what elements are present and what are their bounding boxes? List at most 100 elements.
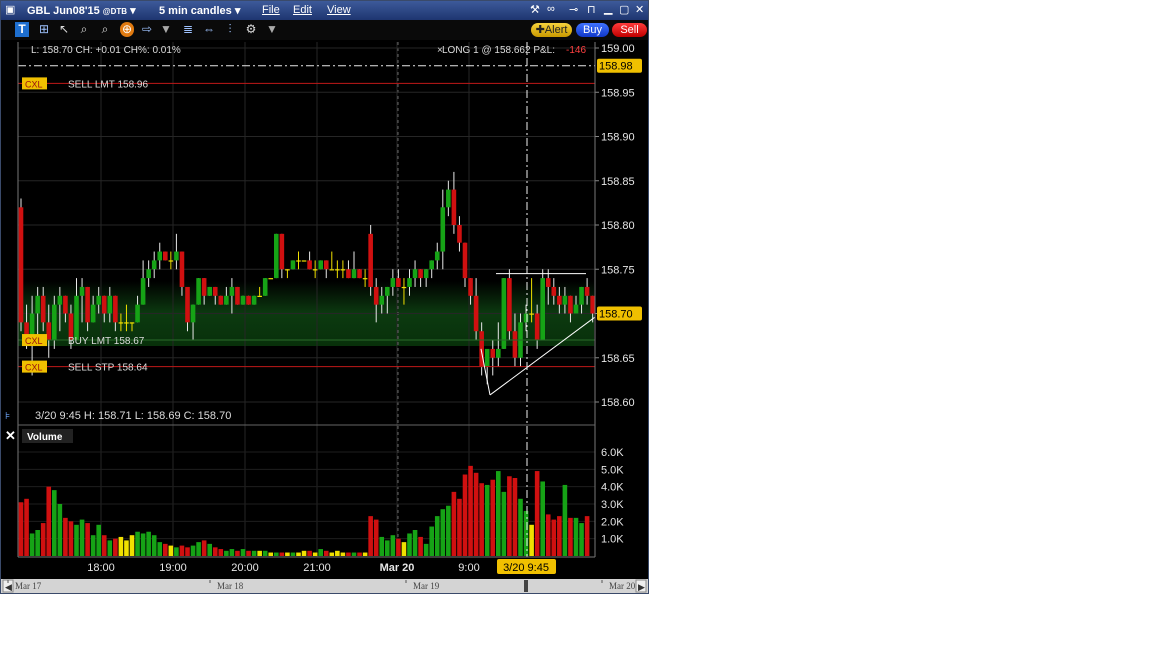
candle: [584, 286, 590, 296]
alert-button[interactable]: ✚Alert: [531, 23, 572, 37]
close-icon[interactable]: ✕: [635, 3, 644, 16]
wrench-icon[interactable]: ⚒: [530, 3, 540, 16]
candle: [40, 295, 46, 323]
last-info: L: 158.70 CH: +0.01 CH%: 0.01%: [31, 45, 181, 56]
volume-bar: [385, 540, 390, 556]
layout-icon[interactable]: ⊞: [37, 22, 51, 37]
candle: [390, 278, 396, 287]
candle: [118, 322, 124, 324]
cursor-icon[interactable]: ↖: [57, 22, 71, 37]
maximize-icon[interactable]: ▢: [619, 3, 629, 16]
volume-bar: [240, 549, 246, 556]
candle: [346, 269, 351, 279]
navigator[interactable]: [1, 579, 648, 593]
candle: [496, 348, 501, 358]
volume-tick-label: 1.0K: [601, 534, 624, 546]
symbol-selector[interactable]: GBL Jun08'15 @DTB ▾: [27, 4, 136, 17]
candle: [484, 348, 490, 367]
interval-label: 5 min candles: [159, 5, 232, 17]
candle: [440, 207, 446, 252]
volume-bar: [362, 552, 368, 556]
volume-bar: [557, 516, 562, 556]
candle: [418, 269, 423, 279]
volume-bar: [46, 486, 52, 556]
volume-bar: [312, 552, 318, 556]
candle: [318, 260, 323, 270]
candle: [340, 269, 346, 271]
settings-icon[interactable]: ⚙: [244, 22, 258, 37]
zoom-out-icon[interactable]: ⌕: [98, 22, 112, 37]
volume-bar: [174, 547, 179, 556]
zoom-in-icon[interactable]: ⌕: [77, 22, 91, 37]
candle: [129, 322, 135, 324]
volume-bar: [85, 523, 90, 556]
link-icon[interactable]: ∞: [547, 3, 555, 15]
navigator-thumb[interactable]: [524, 580, 528, 592]
arrow-tool-icon[interactable]: ⇨: [140, 22, 154, 37]
navigator-date-label: Mar 18: [217, 581, 244, 591]
volume-bar: [329, 552, 335, 556]
volume-bar: [446, 505, 451, 556]
crosshair-icon[interactable]: ⊕: [120, 22, 134, 37]
candle: [423, 269, 429, 279]
candle: [312, 269, 318, 271]
bar-type-icon[interactable]: ⫶: [223, 22, 237, 37]
volume-bar: [429, 526, 434, 556]
candle: [540, 278, 545, 341]
volume-bar: [473, 472, 479, 556]
order-label: SELL LMT 158.96: [68, 79, 148, 90]
chevron-down-icon[interactable]: ▼: [159, 22, 173, 37]
candle: [18, 207, 24, 323]
volume-bar: [407, 533, 412, 556]
chevron-down-icon[interactable]: ▼: [265, 22, 279, 37]
candle: [462, 242, 468, 279]
candle: [568, 295, 573, 314]
candle: [96, 295, 101, 305]
chart-area[interactable]: 18:00 19:00 20:00 21:00 Mar 20 9:00 159.00 158.…: [1, 40, 648, 595]
volume-bar: [262, 550, 268, 556]
split-icon[interactable]: ⇔: [202, 22, 216, 37]
chevron-down-icon: ▾: [234, 5, 241, 17]
candle: [179, 251, 185, 287]
volume-bar: [390, 535, 396, 556]
menu-file[interactable]: File: [262, 4, 280, 16]
interval-selector[interactable]: 5 min candles ▾: [159, 4, 240, 17]
candle: [196, 278, 201, 305]
menu-view[interactable]: View: [327, 4, 351, 16]
pin-icon[interactable]: ⊸: [569, 3, 578, 16]
text-tool-icon[interactable]: T: [15, 22, 29, 37]
candle: [101, 295, 107, 314]
candle: [90, 304, 96, 323]
candle: [268, 278, 274, 280]
candle: [557, 295, 562, 305]
volume-bar: [135, 531, 140, 556]
volume-bar: [274, 552, 279, 556]
candle: [251, 295, 257, 305]
candle: [373, 286, 379, 305]
volume-bar: [218, 549, 224, 556]
cursor-tool-icon[interactable]: ⊧: [5, 411, 10, 422]
position-close-icon[interactable]: ×: [437, 45, 443, 56]
minimize-icon[interactable]: ▁: [604, 2, 612, 15]
lock-icon[interactable]: ⊓: [587, 3, 596, 16]
candles: [18, 171, 595, 385]
candle: [512, 331, 518, 358]
window-icon[interactable]: ▣: [5, 3, 15, 16]
close-panel-icon[interactable]: ✕: [5, 428, 16, 443]
menu-edit[interactable]: Edit: [293, 4, 312, 16]
candle: [523, 313, 529, 323]
volume-bar: [318, 549, 323, 556]
sell-button[interactable]: Sell: [612, 23, 647, 37]
candle: [63, 295, 68, 314]
candle: [451, 189, 457, 225]
volume-bar: [168, 545, 174, 556]
indicator-icon[interactable]: ≣: [181, 22, 195, 37]
volume-bar: [440, 509, 446, 556]
volume-bar: [551, 519, 557, 556]
volume-bar: [468, 465, 473, 556]
volume-bar: [373, 519, 379, 556]
candle: [246, 295, 251, 305]
candle: [296, 260, 301, 262]
volume-bar: [501, 491, 507, 556]
buy-button[interactable]: Buy: [576, 23, 609, 37]
